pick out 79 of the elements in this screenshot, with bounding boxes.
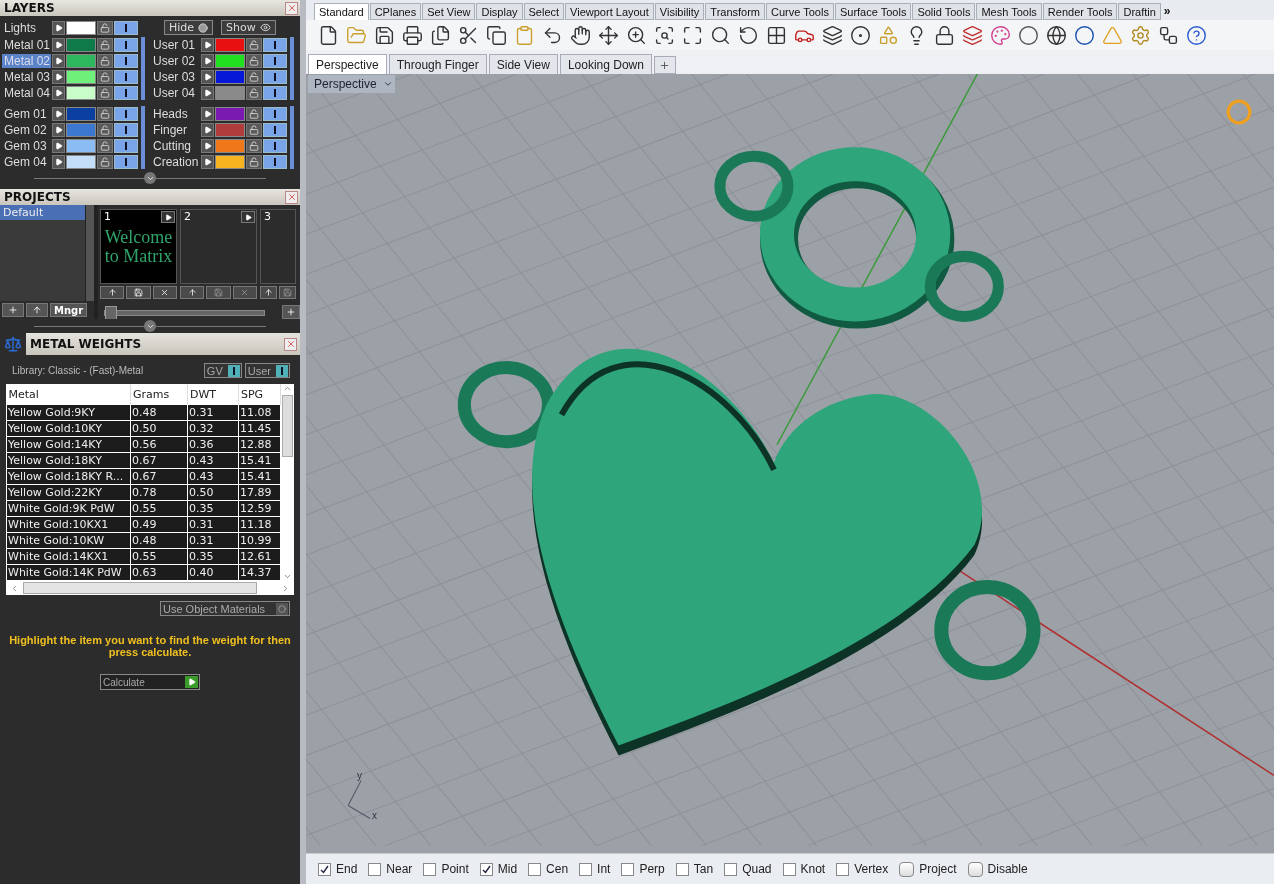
column-header[interactable]: DWT <box>187 384 239 405</box>
manager-button[interactable]: Mngr <box>50 303 88 317</box>
table-cell: 11.08 <box>238 404 281 421</box>
toolbar-tab[interactable]: Render Tools <box>1042 3 1118 20</box>
calculate-button[interactable]: Calculate <box>100 674 200 690</box>
column-header[interactable]: SPG <box>238 384 281 405</box>
toolbar-tab[interactable]: Solid Tools <box>912 3 976 20</box>
viewport-tab[interactable]: Through Finger <box>388 54 487 74</box>
layer-name[interactable]: Gem 02 <box>2 122 51 137</box>
toolbar-tab[interactable]: Transform <box>705 3 766 20</box>
slot-number: 2 <box>184 210 191 223</box>
layer-name[interactable]: Heads <box>151 106 200 121</box>
toggle-button[interactable]: User <box>244 363 290 378</box>
layer-name[interactable]: Metal 04 <box>2 85 51 100</box>
layer-name: Lights <box>3 20 38 35</box>
osnap-option[interactable]: End <box>318 862 358 876</box>
panel-title: PROJECTS <box>4 190 71 204</box>
viewport-tab[interactable]: Looking Down <box>559 54 652 74</box>
project-item[interactable]: Default <box>0 205 85 220</box>
axis-label: y <box>357 770 362 781</box>
toolbar-tab[interactable]: Surface Tools <box>834 3 912 20</box>
osnap-option[interactable]: Mid <box>479 862 518 876</box>
toolbar-tab[interactable]: Curve Tools <box>766 3 834 20</box>
table-cell: Yellow Gold:9KY <box>6 404 131 421</box>
toolbar-tab[interactable]: Mesh Tools <box>976 3 1042 20</box>
panel-title: METAL WEIGHTS <box>30 337 142 351</box>
axis-label: x <box>372 810 377 821</box>
osnap-option[interactable]: Vertex <box>836 862 889 876</box>
osnap-option[interactable]: Cen <box>528 862 569 876</box>
project-slot[interactable]: 3 <box>260 209 296 284</box>
layer-name[interactable]: User 01 <box>151 37 200 52</box>
toolbar-tab[interactable]: Display <box>476 3 523 20</box>
viewport-tab[interactable]: Perspective <box>308 54 387 74</box>
viewport-tab[interactable]: Side View <box>488 54 558 74</box>
toolbar-tab[interactable]: Set View <box>422 3 476 20</box>
osnap-option[interactable]: Near <box>368 862 413 876</box>
layer-name[interactable]: Gem 03 <box>2 138 51 153</box>
toolbar-tab[interactable]: Visibility <box>654 3 705 20</box>
project-slot[interactable]: 1 Welcome to Matrix <box>100 209 177 284</box>
table-cell: 0.31 <box>187 404 239 421</box>
layer-name[interactable]: User 04 <box>151 85 200 100</box>
column-header[interactable]: Grams <box>130 384 188 405</box>
project-slot[interactable]: 2 <box>180 209 257 284</box>
column-header[interactable]: Metal <box>6 384 131 405</box>
use-object-materials-toggle[interactable]: Use Object Materials <box>160 601 290 616</box>
layer-name[interactable]: Gem 04 <box>2 154 51 169</box>
layer-name[interactable]: Finger <box>151 122 200 137</box>
toolbar-tab[interactable]: CPlanes <box>369 3 422 20</box>
toolbar-tab[interactable]: Draftin <box>1118 3 1161 20</box>
osnap-option[interactable]: Int <box>579 862 611 876</box>
osnap-option[interactable]: Quad <box>724 862 772 876</box>
toggle-button[interactable]: GV <box>203 363 242 378</box>
layer-name[interactable]: User 02 <box>151 53 200 68</box>
viewport-title[interactable]: Perspective <box>308 75 395 93</box>
show-button[interactable]: Show <box>221 20 276 35</box>
osnap-option[interactable]: Project <box>899 861 957 877</box>
thumbnail-text: Welcome to Matrix <box>103 227 174 266</box>
layer-name[interactable]: Metal 01 <box>2 37 51 52</box>
slot-number: 1 <box>104 210 111 223</box>
table-cell: 0.48 <box>130 404 188 421</box>
toolbar-tab[interactable]: Viewport Layout <box>565 3 654 20</box>
osnap-option[interactable]: Disable <box>967 861 1028 877</box>
osnap-option[interactable]: Point <box>423 862 469 876</box>
more-tabs-button[interactable]: » <box>1161 4 1173 20</box>
layer-name[interactable]: Metal 03 <box>2 69 51 84</box>
panel-title: LAYERS <box>4 1 55 15</box>
instruction-text: Highlight the item you want to find the weight for then press calculate. <box>8 634 292 658</box>
toolbar-tab[interactable]: Standard <box>314 3 369 20</box>
osnap-option[interactable]: Tan <box>675 862 714 876</box>
layer-name[interactable]: Creation <box>151 154 200 169</box>
osnap-option[interactable]: Perp <box>621 862 665 876</box>
library-label: Library: Classic - (Fast)-Metal <box>12 365 144 376</box>
toolbar-tab[interactable]: Select <box>523 3 565 20</box>
osnap-option[interactable]: Knot <box>782 862 826 876</box>
hide-button[interactable]: Hide <box>164 20 214 35</box>
layer-name[interactable]: Cutting <box>151 138 200 153</box>
layer-name[interactable]: User 03 <box>151 69 200 84</box>
slot-number: 3 <box>264 210 271 223</box>
layer-name[interactable]: Gem 01 <box>2 106 51 121</box>
